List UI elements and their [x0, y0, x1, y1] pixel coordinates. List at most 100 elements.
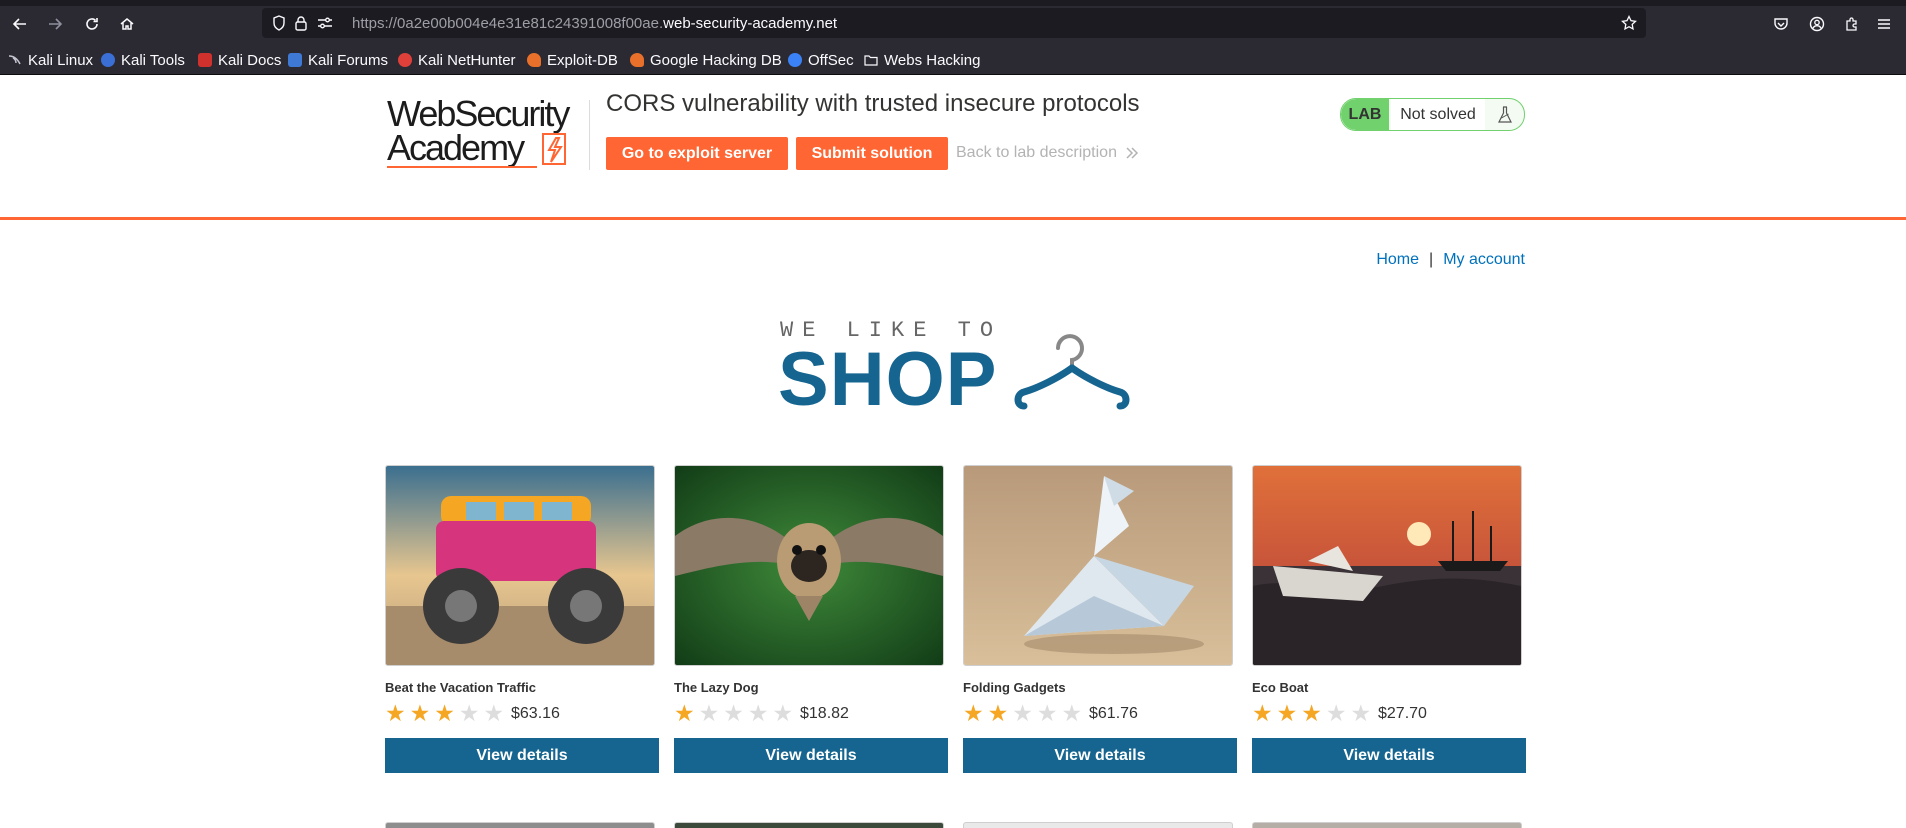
view-details-button[interactable]: View details [674, 738, 948, 773]
star-icon-empty: ★ [1036, 700, 1058, 726]
logo-line2: Academy [387, 127, 525, 168]
logo-lightning-icon [542, 133, 566, 165]
product-name[interactable]: Eco Boat [1252, 680, 1308, 695]
url-host: web-security-academy.net [663, 15, 838, 32]
lock-icon[interactable] [292, 14, 310, 32]
reload-icon[interactable] [80, 12, 104, 36]
my-account-link[interactable]: My account [1443, 251, 1525, 268]
folder-icon [864, 53, 878, 67]
logo-underline [387, 166, 537, 168]
star-icon-filled: ★ [1301, 700, 1322, 726]
bookmark-kali-forums[interactable]: Kali Forums [288, 50, 388, 70]
bookmark-google-hacking-db[interactable]: Google Hacking DB [630, 50, 782, 70]
product-name[interactable]: Beat the Vacation Traffic [385, 680, 536, 695]
product-image-origami-bird[interactable] [963, 465, 1233, 666]
product-price: $18.82 [800, 705, 849, 722]
header-divider [589, 100, 590, 170]
bookmark-kali-tools[interactable]: Kali Tools [101, 50, 185, 70]
product-price: $61.76 [1089, 705, 1138, 722]
tab-strip [0, 0, 1906, 6]
product-image-paper-boat[interactable] [1252, 465, 1522, 666]
academy-logo[interactable]: WebSecurity Academy [387, 96, 587, 168]
bookmarks-bar: Kali Linux Kali Tools Kali Docs Kali For… [0, 46, 1906, 75]
rating-stars: ★ ★ ★ ★ ★ [385, 701, 504, 725]
shield-icon[interactable] [270, 14, 288, 32]
rating-stars: ★ ★ ★ ★ ★ [963, 701, 1082, 725]
home-icon[interactable] [115, 12, 139, 36]
url-text[interactable]: https://0a2e00b004e4e31e81c24391008f00ae… [352, 15, 837, 32]
exploit-db-icon [527, 53, 541, 67]
home-link[interactable]: Home [1376, 251, 1419, 268]
product-image-partial[interactable] [674, 822, 944, 828]
bookmark-folder-webs-hacking[interactable]: Webs Hacking [864, 50, 980, 70]
browser-toolbar: https://0a2e00b004e4e31e81c24391008f00ae… [0, 0, 1906, 46]
bookmark-kali-nethunter[interactable]: Kali NetHunter [398, 50, 516, 70]
view-details-button[interactable]: View details [963, 738, 1237, 773]
bookmark-label: Google Hacking DB [650, 51, 782, 69]
exploit-server-button[interactable]: Go to exploit server [606, 137, 788, 170]
back-to-lab-description-link[interactable]: Back to lab description [956, 144, 1139, 162]
rating-stars: ★ ★ ★ ★ ★ [674, 701, 793, 725]
bookmark-offsec[interactable]: OffSec [788, 50, 854, 70]
bookmark-label: Kali Linux [28, 51, 94, 69]
menu-icon[interactable] [1872, 12, 1896, 36]
lab-badge: LAB [1341, 99, 1389, 130]
product-image-flying-pug[interactable] [674, 465, 944, 666]
product-image-partial[interactable] [385, 822, 655, 828]
extensions-icon[interactable] [1840, 12, 1864, 36]
offsec-icon [788, 53, 802, 67]
kali-docs-icon [198, 53, 212, 67]
star-icon-empty: ★ [698, 700, 720, 726]
star-icon-filled: ★ [674, 700, 695, 726]
star-icon-empty: ★ [772, 700, 794, 726]
submit-solution-button[interactable]: Submit solution [796, 137, 948, 170]
view-details-button[interactable]: View details [1252, 738, 1526, 773]
forward-icon[interactable] [43, 12, 67, 36]
product-price: $63.16 [511, 705, 560, 722]
ghdb-icon [630, 53, 644, 67]
product-image-partial[interactable] [1252, 822, 1522, 828]
hanger-icon [1014, 334, 1130, 410]
bookmark-label: Kali Forums [308, 51, 389, 69]
product-image-partial[interactable] [963, 822, 1233, 828]
bookmark-kali-docs[interactable]: Kali Docs [198, 50, 281, 70]
star-icon-filled: ★ [1252, 700, 1273, 726]
nethunter-icon [398, 53, 412, 67]
star-icon-empty: ★ [1012, 700, 1033, 726]
permissions-icon[interactable] [316, 14, 334, 32]
star-icon-filled: ★ [385, 700, 406, 726]
star-icon-empty: ★ [1325, 700, 1347, 726]
rating-stars: ★ ★ ★ ★ ★ [1252, 701, 1371, 725]
product-name[interactable]: The Lazy Dog [674, 680, 759, 695]
bookmark-label: OffSec [808, 51, 854, 69]
star-icon-empty: ★ [1061, 700, 1083, 726]
star-icon-empty: ★ [723, 700, 744, 726]
star-icon-empty: ★ [483, 700, 505, 726]
bookmark-label: Kali Tools [121, 51, 185, 69]
kali-forums-icon [288, 53, 302, 67]
view-details-button[interactable]: View details [385, 738, 659, 773]
star-icon-filled: ★ [434, 700, 455, 726]
account-icon[interactable] [1805, 12, 1829, 36]
kali-dragon-icon [8, 53, 22, 67]
star-icon-empty: ★ [747, 700, 769, 726]
shop-hero-banner: WE LIKE TO SHOP [778, 318, 1134, 422]
bookmark-kali-linux[interactable]: Kali Linux [8, 50, 93, 70]
product-image-monster-van[interactable] [385, 465, 655, 666]
product-price: $27.70 [1378, 705, 1427, 722]
pocket-icon[interactable] [1769, 12, 1793, 36]
star-icon-empty: ★ [458, 700, 480, 726]
lab-status-widget: LAB Not solved [1340, 98, 1525, 131]
back-link-label: Back to lab description [956, 144, 1117, 161]
product-name[interactable]: Folding Gadgets [963, 680, 1066, 695]
nav-separator: | [1429, 251, 1434, 268]
star-icon-filled: ★ [1276, 700, 1298, 726]
bookmark-label: Exploit-DB [547, 51, 618, 69]
bookmark-exploit-db[interactable]: Exploit-DB [527, 50, 618, 70]
bookmark-star-icon[interactable] [1620, 14, 1638, 32]
url-bar[interactable]: https://0a2e00b004e4e31e81c24391008f00ae… [262, 8, 1646, 38]
hero-shop-title: SHOP [778, 337, 998, 422]
lab-status-text: Not solved [1391, 99, 1485, 130]
back-icon[interactable] [8, 12, 32, 36]
bookmark-label: Webs Hacking [884, 51, 981, 69]
